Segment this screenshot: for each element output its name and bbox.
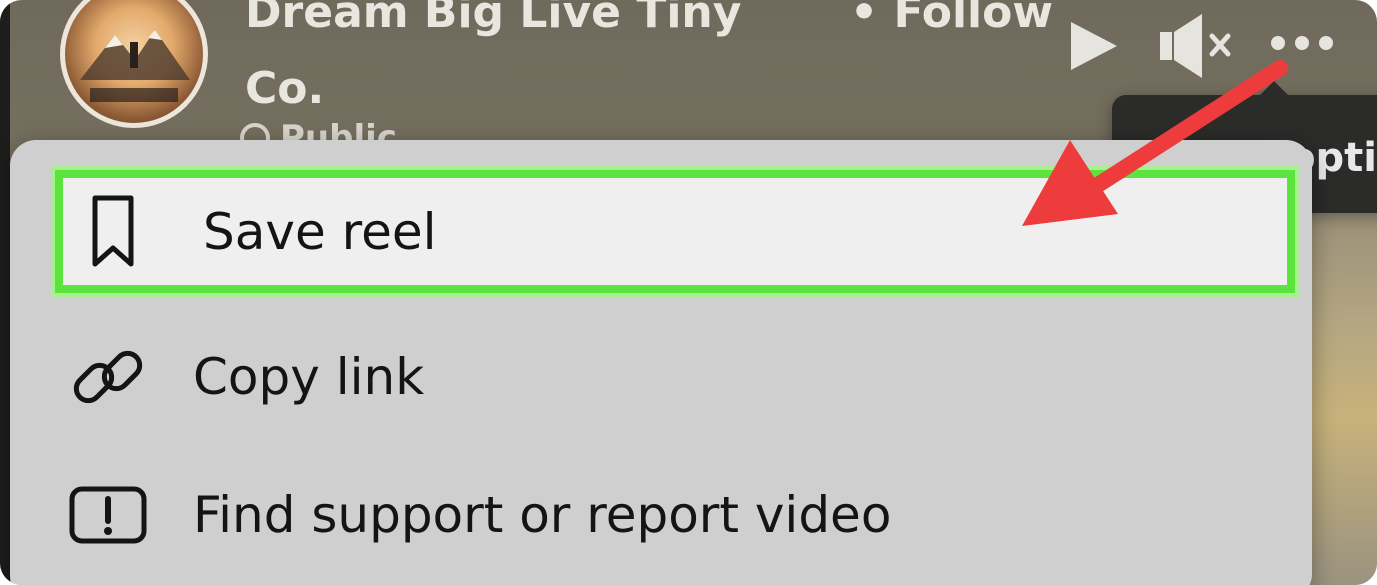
link-icon	[68, 337, 148, 417]
mountain-logo-icon	[80, 30, 190, 102]
save-reel-menu-item[interactable]: Save reel	[51, 166, 1299, 297]
video-edge	[0, 0, 10, 585]
report-video-label: Find support or report video	[193, 486, 892, 544]
copy-link-label: Copy link	[193, 348, 425, 406]
report-video-menu-item[interactable]: Find support or report video	[10, 450, 1312, 580]
save-reel-label: Save reel	[203, 202, 437, 261]
tooltip-caret	[1260, 81, 1288, 95]
options-menu: Save reel Copy link Find support or repo…	[10, 140, 1312, 585]
copy-link-menu-item[interactable]: Copy link	[10, 312, 1312, 442]
follow-button[interactable]: • Follow	[850, 0, 1053, 51]
muted-speaker-icon[interactable]	[1158, 12, 1238, 80]
page-name[interactable]: Dream Big Live Tiny Co.	[245, 0, 805, 127]
reel-viewer: Dream Big Live Tiny Co. • Follow Public …	[0, 0, 1377, 585]
bookmark-icon	[73, 192, 153, 272]
play-icon[interactable]	[1065, 18, 1123, 74]
more-options-icon[interactable]	[1268, 30, 1336, 56]
report-icon	[68, 475, 148, 555]
avatar[interactable]	[60, 0, 208, 128]
